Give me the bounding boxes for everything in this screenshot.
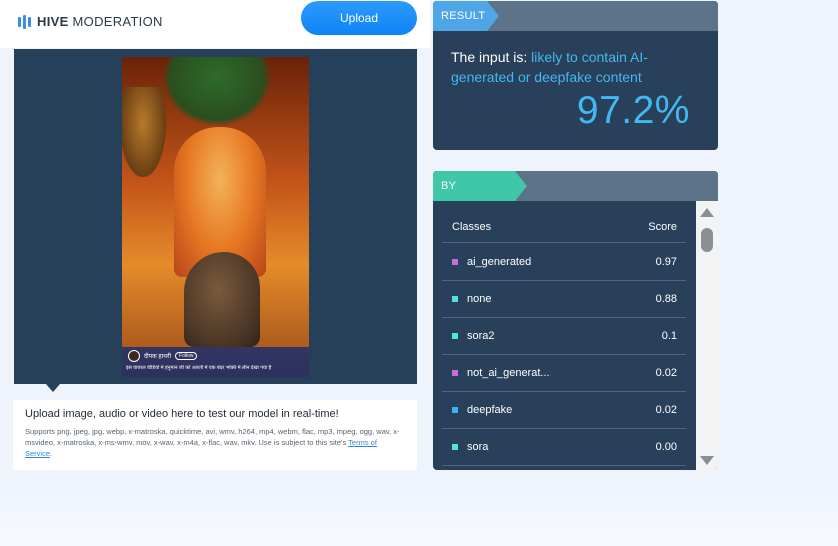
classes-table-header: Classes Score	[442, 215, 686, 243]
video-preview[interactable]: दीपक हाथरी Follow इस वायरल वीडियो में हन…	[122, 57, 309, 377]
terms-suffix: .	[50, 449, 53, 458]
hive-logo[interactable]: HIVE MODERATION	[18, 14, 163, 29]
result-header: RESULT	[433, 1, 718, 31]
class-score: 0.00	[655, 441, 677, 453]
class-score: 0.88	[655, 293, 677, 305]
class-label: sora	[467, 441, 489, 453]
video-subtitle: इस वायरल वीडियो में हनुमान जी को आरती मे…	[126, 365, 272, 371]
class-color-swatch	[452, 296, 458, 302]
table-row: sora2 0.1	[442, 318, 686, 355]
class-label: none	[467, 293, 492, 305]
upload-info-card: Upload image, audio or video here to tes…	[13, 400, 417, 470]
video-channel-info: दीपक हाथरी Follow	[128, 350, 198, 362]
classes-table-body: ai_generated 0.97 none 0.88 sora2 0.1 no…	[442, 244, 686, 466]
result-card: RESULT The input is: likely to contain A…	[433, 1, 718, 150]
channel-avatar	[128, 350, 140, 362]
class-score: 0.97	[655, 256, 677, 268]
classes-card: BY CLASSES Classes Score ai_generated 0.…	[433, 171, 718, 470]
result-percentage: 97.2%	[576, 89, 690, 132]
class-color-swatch	[452, 444, 458, 450]
classes-scrollbar[interactable]	[696, 201, 718, 470]
class-label: deepfake	[467, 404, 513, 416]
follow-button: Follow	[175, 352, 198, 360]
class-label: sora2	[467, 330, 495, 342]
classes-tag: BY CLASSES	[433, 171, 527, 201]
class-score: 0.1	[661, 330, 677, 342]
media-preview-panel: दीपक हाथरी Follow इस वायरल वीडियो में हन…	[14, 49, 417, 384]
result-prefix: The input is:	[451, 49, 532, 65]
column-header-classes: Classes	[452, 221, 492, 233]
logo-brand: HIVE	[37, 14, 69, 29]
scroll-down-arrow-icon[interactable]	[700, 456, 714, 465]
class-color-swatch	[452, 370, 458, 376]
column-header-score: Score	[648, 221, 677, 233]
upload-info-body: Supports png, jpeg, jpg, webp, x-matrosk…	[25, 426, 405, 459]
video-scene-canopy	[162, 57, 272, 127]
video-scene-monkey	[184, 252, 260, 347]
result-verdict: The input is: likely to contain AI-gener…	[451, 47, 701, 87]
supported-formats-text: Supports png, jpeg, jpg, webp, x-matrosk…	[25, 427, 400, 447]
table-row: not_ai_generat... 0.02	[442, 355, 686, 392]
table-row: sora 0.00	[442, 429, 686, 466]
page-background-footer	[0, 478, 838, 546]
scroll-up-arrow-icon[interactable]	[700, 208, 714, 217]
scroll-thumb[interactable]	[701, 228, 713, 252]
class-color-swatch	[452, 259, 458, 265]
table-row: ai_generated 0.97	[442, 244, 686, 281]
class-score: 0.02	[655, 367, 677, 379]
table-row: deepfake 0.02	[442, 392, 686, 429]
class-score: 0.02	[655, 404, 677, 416]
result-tag: RESULT	[433, 1, 499, 31]
hive-logo-icon	[18, 14, 31, 29]
channel-name: दीपक हाथरी	[144, 354, 172, 360]
video-scene-bell	[122, 87, 166, 177]
table-row: none 0.88	[442, 281, 686, 318]
upload-button[interactable]: Upload	[301, 1, 417, 35]
preview-pointer	[46, 384, 60, 392]
class-label: not_ai_generat...	[467, 367, 550, 379]
logo-product: MODERATION	[72, 14, 163, 29]
upload-info-title: Upload image, audio or video here to tes…	[25, 408, 339, 420]
classes-header: BY CLASSES	[433, 171, 718, 201]
class-label: ai_generated	[467, 256, 532, 268]
class-color-swatch	[452, 333, 458, 339]
class-color-swatch	[452, 407, 458, 413]
